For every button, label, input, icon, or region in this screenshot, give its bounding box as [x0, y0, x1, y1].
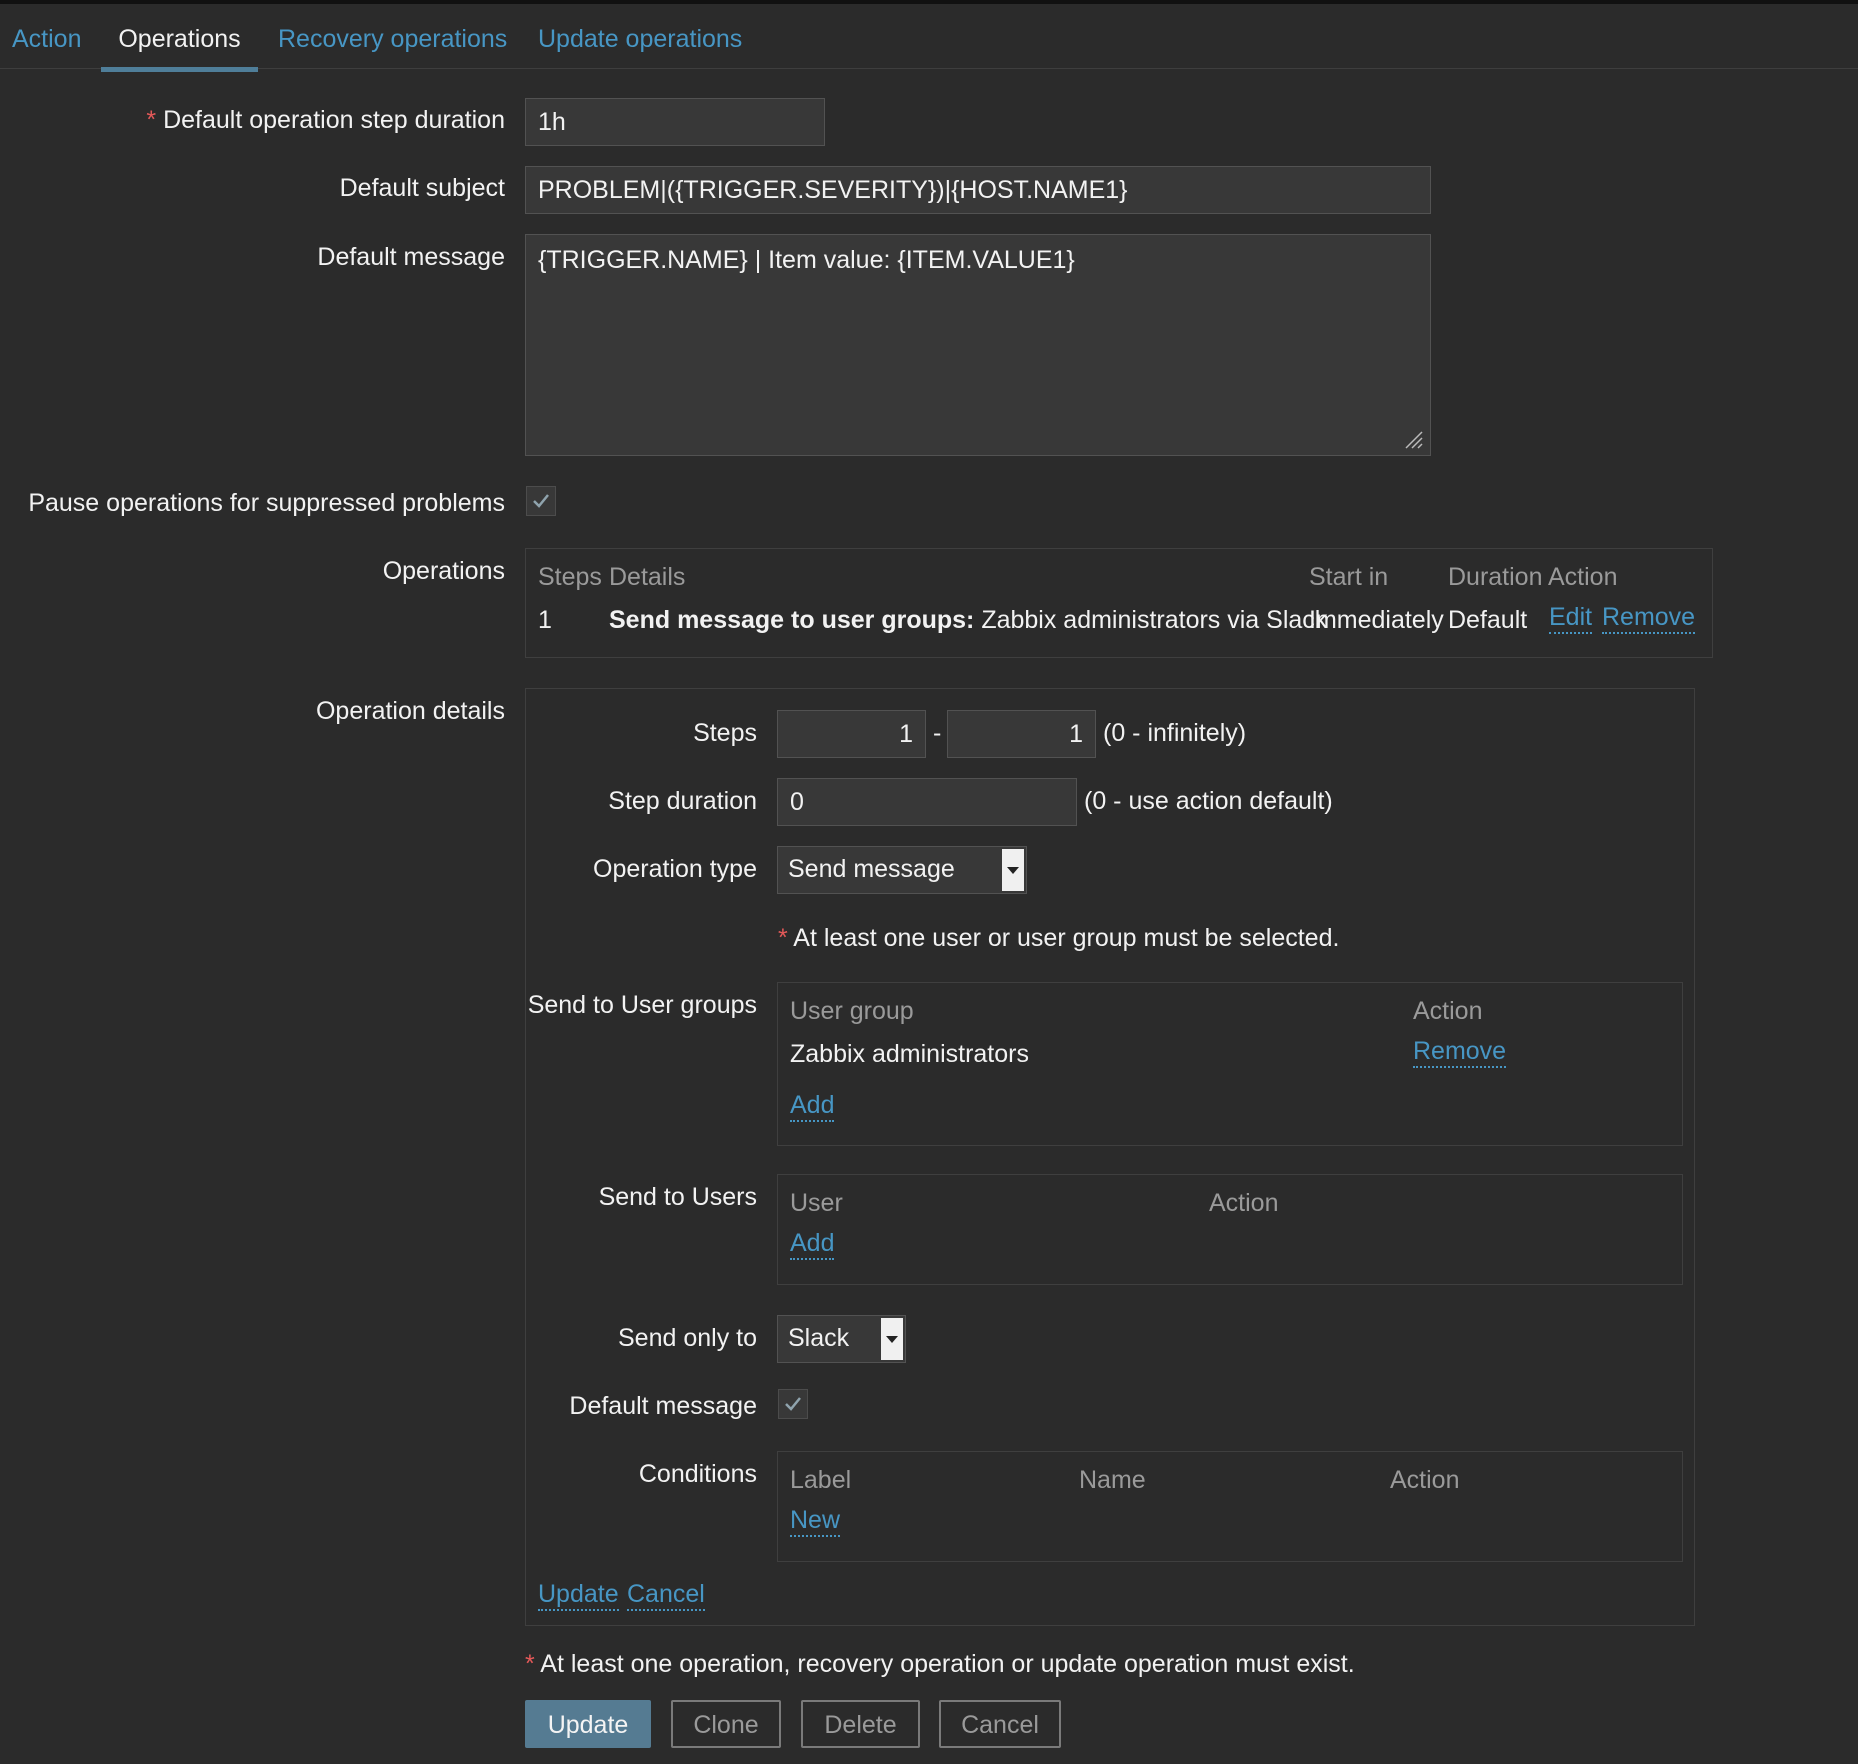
users-label: Send to Users — [598, 1183, 757, 1211]
delete-button[interactable]: Delete — [801, 1700, 920, 1748]
pause-operations-checkbox[interactable] — [526, 486, 556, 516]
user-groups-label: Send to User groups — [527, 991, 757, 1019]
operation-row-details: Send message to user groups: Zabbix admi… — [609, 606, 1327, 635]
chevron-down-icon — [881, 1318, 903, 1360]
user-groups-header-action: Action — [1413, 997, 1483, 1025]
send-only-to-label: Send only to — [618, 1324, 757, 1352]
user-groups-table: User group Action Zabbix administrators … — [777, 982, 1683, 1146]
user-groups-add-link[interactable]: Add — [790, 1090, 835, 1122]
clone-button[interactable]: Clone — [671, 1700, 781, 1748]
operation-row-duration: Default — [1448, 606, 1528, 634]
operation-remove-link[interactable]: Remove — [1602, 602, 1696, 634]
operations-table: Steps Details Start in Duration Action 1… — [525, 548, 1713, 658]
conditions-new-link[interactable]: New — [790, 1505, 841, 1537]
operation-type-value: Send message — [788, 855, 955, 883]
operations-header-details: Details — [609, 563, 686, 591]
step-duration-label-text: Default operation step duration — [163, 106, 505, 134]
pause-operations-label: Pause operations for suppressed problems — [28, 489, 505, 517]
tab-recovery-operations[interactable]: Recovery operations — [278, 20, 507, 68]
required-asterisk: * — [146, 106, 164, 134]
default-subject-label: Default subject — [339, 174, 505, 202]
operations-header-action: Action — [1548, 563, 1618, 591]
conditions-header-name: Name — [1079, 1466, 1146, 1494]
cancel-button[interactable]: Cancel — [939, 1700, 1061, 1748]
step-duration-input[interactable] — [525, 98, 825, 146]
users-header-action: Action — [1209, 1189, 1279, 1217]
conditions-table: Label Name Action New — [777, 1451, 1683, 1562]
step-duration-label: * Default operation step duration — [146, 106, 505, 135]
tab-bar: Action Operations Recovery operations Up… — [0, 4, 1858, 72]
user-required-note-text: At least one user or user group must be … — [793, 924, 1340, 952]
default-message-label: Default message — [317, 243, 505, 271]
operations-label: Operations — [382, 557, 505, 585]
user-group-name: Zabbix administrators — [790, 1040, 1029, 1068]
conditions-label: Conditions — [638, 1460, 757, 1488]
users-add-link[interactable]: Add — [790, 1228, 835, 1260]
send-only-to-select[interactable]: Slack — [777, 1315, 906, 1363]
op-step-duration-input[interactable] — [777, 778, 1077, 826]
update-button[interactable]: Update — [525, 1700, 651, 1748]
steps-separator: - — [933, 719, 942, 747]
checkmark-icon — [533, 494, 549, 508]
step-duration-hint: (0 - use action default) — [1084, 787, 1333, 815]
operation-row-details-text: Zabbix administrators via Slack — [974, 606, 1328, 634]
operation-edit-link[interactable]: Edit — [1549, 602, 1593, 634]
user-groups-header-group: User group — [790, 997, 914, 1025]
operation-type-select[interactable]: Send message — [777, 846, 1027, 894]
users-header-user: User — [790, 1189, 843, 1217]
conditions-header-action: Action — [1390, 1466, 1460, 1494]
operations-header-steps: Steps — [538, 563, 602, 591]
operation-update-link[interactable]: Update — [538, 1579, 619, 1611]
operation-details-label: Operation details — [315, 697, 505, 725]
user-required-note: * At least one user or user group must b… — [778, 924, 1339, 953]
step-from-input[interactable] — [777, 710, 926, 758]
default-message-checkbox[interactable] — [778, 1389, 808, 1419]
operations-header-start-in: Start in — [1309, 563, 1389, 591]
tab-operations[interactable]: Operations — [101, 20, 258, 72]
required-asterisk: * — [778, 924, 794, 952]
operations-header-duration: Duration — [1448, 563, 1543, 591]
steps-label: Steps — [693, 719, 757, 747]
op-default-message-label: Default message — [569, 1392, 757, 1420]
operation-cancel-link[interactable]: Cancel — [627, 1579, 705, 1611]
conditions-header-label: Label — [790, 1466, 852, 1494]
chevron-down-icon — [1002, 849, 1024, 891]
tab-update-operations[interactable]: Update operations — [538, 20, 742, 68]
send-only-to-value: Slack — [788, 1324, 850, 1352]
operation-type-label: Operation type — [593, 855, 757, 883]
resize-handle-icon[interactable] — [1402, 428, 1424, 450]
step-to-input[interactable] — [947, 710, 1096, 758]
operation-row-start-in: Immediately — [1309, 606, 1444, 634]
user-group-remove-link[interactable]: Remove — [1413, 1036, 1507, 1068]
required-asterisk: * — [525, 1650, 541, 1678]
operation-required-note: * At least one operation, recovery opera… — [525, 1650, 1355, 1679]
operation-row-steps: 1 — [538, 606, 552, 634]
op-step-duration-label: Step duration — [608, 787, 757, 815]
default-subject-input[interactable] — [525, 166, 1431, 214]
operation-required-note-text: At least one operation, recovery operati… — [540, 1650, 1355, 1678]
default-message-textarea[interactable]: {TRIGGER.NAME} | Item value: {ITEM.VALUE… — [525, 234, 1431, 456]
checkmark-icon — [785, 1397, 801, 1411]
tab-action[interactable]: Action — [12, 20, 81, 68]
users-table: User Action Add — [777, 1174, 1683, 1285]
operation-row-details-bold: Send message to user groups: — [609, 606, 975, 634]
steps-hint: (0 - infinitely) — [1103, 719, 1247, 747]
